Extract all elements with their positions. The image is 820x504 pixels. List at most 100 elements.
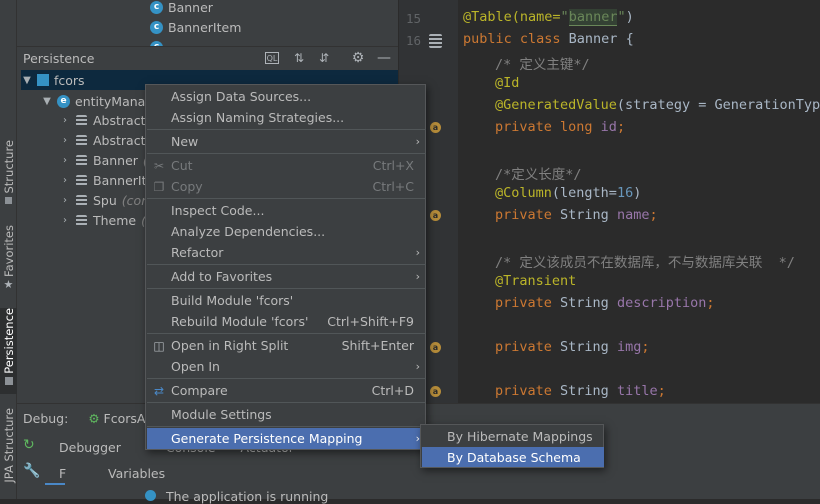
persistence-tab-label: Persistence xyxy=(1,308,16,374)
chevron-right-icon: › xyxy=(63,174,67,186)
tree-item-banner[interactable]: c Banner xyxy=(150,0,213,17)
status-line: The application is running xyxy=(145,489,328,504)
tab-debugger[interactable]: Debugger xyxy=(59,440,121,455)
submenu-by-hibernate-mappings[interactable]: By Hibernate Mappings xyxy=(422,426,604,446)
tree-item-entity[interactable]: › Theme ( xyxy=(59,210,146,230)
code-line: @Id xyxy=(495,75,520,91)
wrench-icon[interactable]: 🔧 xyxy=(23,463,40,479)
code-comment: /* 定义该成员不在数据库，不与数据库关联 */ xyxy=(495,255,795,271)
favorites-tab-label: Favorites xyxy=(1,225,16,277)
frames-tab[interactable]: F xyxy=(59,466,66,481)
menu-generate-persistence-mapping[interactable]: Generate Persistence Mapping › xyxy=(147,428,426,449)
scissors-icon: ✂ xyxy=(153,158,165,173)
collapse-all-icon[interactable]: ⇵ xyxy=(316,50,332,66)
split-icon: ◫ xyxy=(153,338,165,353)
entity-icon xyxy=(75,154,88,167)
tree-item-label: BannerItem xyxy=(168,19,242,35)
menu-add-to-favorites[interactable]: Add to Favorites › xyxy=(147,266,426,287)
persistence-header: Persistence QL ⇅ ⇵ ⚙ — xyxy=(17,47,398,69)
tree-item-entity[interactable]: › BannerIt xyxy=(59,170,147,190)
tree-item-entity-manager[interactable]: ▼ e entityManag xyxy=(41,91,153,111)
tree-item-label: Banner xyxy=(168,0,213,15)
panel-title: Persistence xyxy=(23,50,95,66)
menu-new[interactable]: New › xyxy=(147,131,426,152)
menu-copy[interactable]: ❐ Copy Ctrl+C xyxy=(147,176,426,197)
menu-analyze-dependencies[interactable]: Analyze Dependencies... xyxy=(147,221,426,242)
line-number: 15 xyxy=(405,11,421,26)
tree-root-label: fcors xyxy=(54,72,85,88)
tree-item-entity[interactable]: › Abstract xyxy=(59,130,145,150)
status-text: The application is running xyxy=(165,489,329,504)
left-tool-strip: Structure Favorites ★ Persistence JPA St… xyxy=(0,0,17,499)
project-tree: c Banner c BannerItem c xyxy=(17,0,398,47)
ql-icon[interactable]: QL xyxy=(265,52,279,64)
code-line: @Column(length=16) xyxy=(495,185,642,201)
minimize-icon[interactable]: — xyxy=(376,50,392,66)
menu-separator xyxy=(147,129,426,130)
code-comment: /* 定义主键*/ xyxy=(495,57,590,73)
submenu-arrow-icon: › xyxy=(415,360,420,373)
column-gutter-icon[interactable]: a xyxy=(430,342,441,353)
menu-separator xyxy=(147,198,426,199)
code-comment: /*定义长度*/ xyxy=(495,167,582,183)
entity-gutter-icon[interactable] xyxy=(429,34,442,48)
chevron-right-icon: › xyxy=(63,214,67,226)
chevron-right-icon: › xyxy=(63,114,67,126)
info-icon xyxy=(145,490,156,501)
entity-icon xyxy=(75,174,88,187)
menu-assign-data-sources[interactable]: Assign Data Sources... xyxy=(147,86,426,107)
active-tab-indicator xyxy=(45,483,65,485)
persistence-tab[interactable]: Persistence xyxy=(0,308,17,394)
menu-separator xyxy=(147,426,426,427)
tree-item-entity[interactable]: › Abstract xyxy=(59,110,145,130)
code-line: private String title; xyxy=(495,383,666,399)
entity-icon xyxy=(75,214,88,227)
structure-tab-label: Structure xyxy=(1,140,16,194)
class-icon: c xyxy=(150,20,163,34)
favorites-tab[interactable]: Favorites ★ xyxy=(0,225,17,297)
menu-refactor[interactable]: Refactor › xyxy=(147,242,426,263)
structure-tab[interactable]: Structure xyxy=(0,140,17,210)
menu-module-settings[interactable]: Module Settings xyxy=(147,404,426,425)
tree-item-entity[interactable]: › Banner ( xyxy=(59,150,148,170)
run-config-icon: ⚙ xyxy=(88,410,100,426)
menu-cut[interactable]: ✂ Cut Ctrl+X xyxy=(147,155,426,176)
tree-item-entity[interactable]: › Spu (cor xyxy=(59,190,146,210)
menu-open-in[interactable]: Open In › xyxy=(147,356,426,377)
menu-separator xyxy=(147,264,426,265)
expand-all-icon[interactable]: ⇅ xyxy=(291,50,307,66)
code-line: private long id; xyxy=(495,119,626,135)
star-icon: ★ xyxy=(3,277,14,291)
column-gutter-icon[interactable]: a xyxy=(430,386,441,397)
code-line: @GeneratedValue(strategy = GenerationTyp… xyxy=(495,97,820,113)
compare-icon: ⇄ xyxy=(153,383,165,398)
menu-inspect-code[interactable]: Inspect Code... xyxy=(147,200,426,221)
menu-open-in-right-split[interactable]: ◫ Open in Right Split Shift+Enter xyxy=(147,335,426,356)
gear-icon[interactable]: ⚙ xyxy=(350,50,366,66)
code-line-15: @Table(name="banner") xyxy=(463,9,634,26)
entity-icon xyxy=(75,194,88,207)
code-editor[interactable]: /* ... */ @Table(name="banner") public c… xyxy=(458,0,820,403)
submenu-arrow-icon: › xyxy=(415,270,420,283)
variables-label: Variables xyxy=(108,466,166,481)
tree-item-label: Abstract xyxy=(93,132,146,148)
submenu-by-database-schema[interactable]: By Database Schema xyxy=(422,447,604,467)
menu-separator xyxy=(147,378,426,379)
menu-build-module[interactable]: Build Module 'fcors' xyxy=(147,290,426,311)
tree-item-label: Theme xyxy=(93,212,137,228)
tree-item-label: Banner xyxy=(93,152,138,168)
tree-item-label: entityManag xyxy=(75,93,154,109)
menu-rebuild-module[interactable]: Rebuild Module 'fcors' Ctrl+Shift+F9 xyxy=(147,311,426,332)
menu-assign-naming-strategies[interactable]: Assign Naming Strategies... xyxy=(147,107,426,128)
tree-item-label: Abstract xyxy=(93,112,146,128)
column-gutter-icon[interactable]: a xyxy=(430,210,441,221)
menu-compare[interactable]: ⇄ Compare Ctrl+D xyxy=(147,380,426,401)
rerun-icon[interactable]: ↻ xyxy=(23,437,35,453)
code-line: /* ... */ xyxy=(463,0,536,3)
id-gutter-icon[interactable]: a xyxy=(430,122,441,133)
tree-item-suffix: (cor xyxy=(121,192,147,208)
jpa-structure-tab[interactable]: JPA Structure xyxy=(0,408,17,499)
debug-label: Debug: xyxy=(23,410,69,426)
chevron-right-icon: › xyxy=(63,134,67,146)
tree-item-banneritem[interactable]: c BannerItem xyxy=(150,17,241,37)
